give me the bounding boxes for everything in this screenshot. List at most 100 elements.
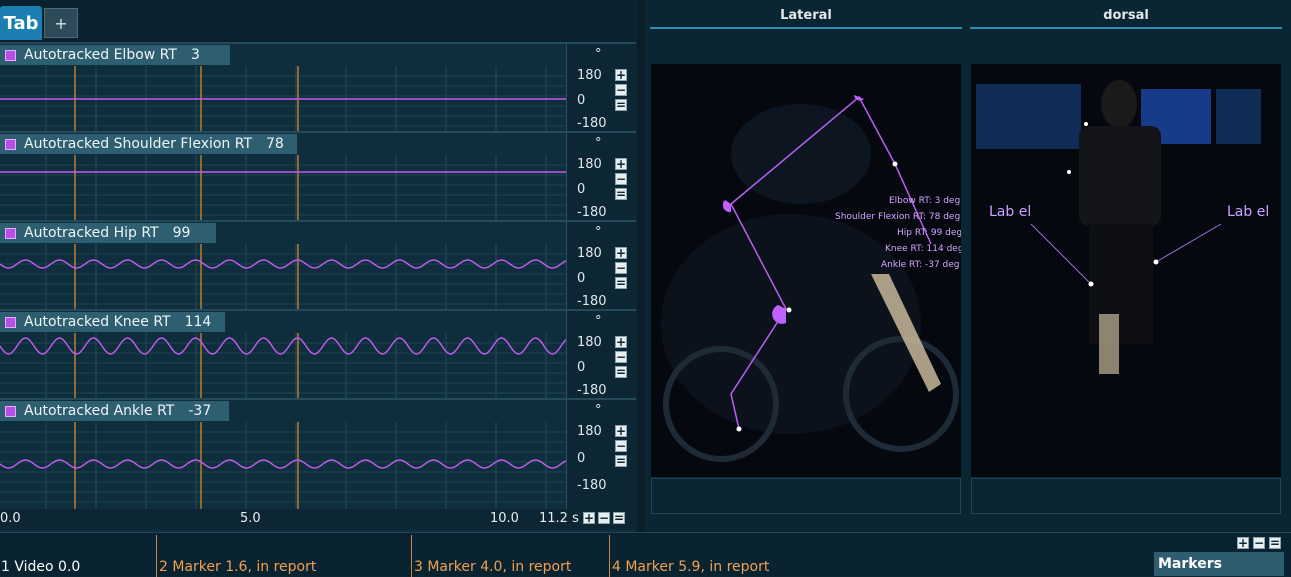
reset-scale-button[interactable]: = [615,455,627,467]
angle-annotation: Elbow RT: 3 deg [889,196,961,206]
graph-plot-ankle[interactable] [0,422,566,510]
time-zoom-out-button[interactable]: − [598,512,610,524]
graph-row-elbow: Autotracked Elbow RT 3 ° 180 0 -180 + − … [0,42,636,131]
video-controls-dorsal [971,478,1281,514]
time-tick: 0.0 [0,511,21,526]
marker-timeline: 1 Video 0.0 2 Marker 1.6, in report 3 Ma… [0,532,1291,577]
scale-max: 180 [577,424,602,439]
zoom-in-button[interactable]: + [615,158,627,170]
scale-min: -180 [577,383,607,398]
scale-min: -180 [577,294,607,309]
graph-scale: ° 180 0 -180 + − = [566,400,636,510]
view-title-lateral: Lateral [780,8,832,23]
series-color-swatch [5,316,16,328]
marker-item[interactable]: 3 Marker 4.0, in report [414,559,571,575]
graph-header[interactable]: Autotracked Elbow RT 3 [0,45,230,65]
video-lateral[interactable]: Elbow RT: 3 deg Shoulder Flexion RT: 78 … [651,64,961,477]
graph-panel: Autotracked Elbow RT 3 ° 180 0 -180 + − … [0,42,636,532]
graph-value: 114 [184,314,212,330]
angle-annotation: Shoulder Flexion RT: 78 deg [835,212,961,222]
unit-label: ° [595,136,602,151]
tab-bar: Tab + [0,0,636,42]
reset-scale-button[interactable]: = [615,99,627,111]
graph-row-ankle: Autotracked Ankle RT -37 ° 180 0 -180 + … [0,398,636,510]
video-dorsal[interactable]: Lab el Lab el [971,64,1281,477]
video-panel: Lateral dorsal Elbow RT: 3 deg Shoulder … [645,0,1291,532]
markers-panel-tab[interactable]: Markers [1154,552,1284,576]
angle-annotation: Hip RT: 99 deg [897,228,961,238]
graph-plot-elbow[interactable] [0,66,566,131]
marker-zoom-in-button[interactable]: + [1237,537,1249,549]
scale-min: -180 [577,478,607,493]
graph-value: -37 [188,403,212,419]
scale-mid: 0 [577,182,586,197]
graph-value: 99 [172,225,191,241]
graph-title: Autotracked Hip RT [24,225,159,241]
zoom-out-button[interactable]: − [615,173,627,185]
dorsal-scene [971,64,1281,477]
marker-tick [609,535,610,577]
marker-reset-button[interactable]: = [1269,537,1281,549]
graph-title: Autotracked Elbow RT [24,47,177,63]
scale-max: 180 [577,246,602,261]
view-divider [970,27,1282,29]
time-axis: 0.0 5.0 10.0 11.2 s + − = [0,509,636,529]
time-end: 11.2 s [539,511,579,526]
scale-max: 180 [577,68,602,83]
time-zoom-in-button[interactable]: + [583,512,595,524]
scale-mid: 0 [577,271,586,286]
scale-min: -180 [577,116,607,131]
angle-annotation: Ankle RT: -37 deg [881,260,960,270]
view-title-dorsal: dorsal [1103,8,1149,23]
graph-header[interactable]: Autotracked Knee RT 114 [0,312,225,332]
point-label-right: Lab el [1227,204,1270,220]
graph-title: Autotracked Knee RT [24,314,171,330]
zoom-out-button[interactable]: − [615,440,627,452]
zoom-out-button[interactable]: − [615,262,627,274]
graph-plot-knee[interactable] [0,333,566,398]
tab-main[interactable]: Tab [0,6,42,40]
reset-scale-button[interactable]: = [615,277,627,289]
unit-label: ° [595,314,602,329]
zoom-in-button[interactable]: + [615,425,627,437]
series-color-swatch [5,49,16,61]
marker-item[interactable]: 4 Marker 5.9, in report [612,559,769,575]
zoom-in-button[interactable]: + [615,247,627,259]
graph-header[interactable]: Autotracked Ankle RT -37 [0,401,229,421]
graph-scale: ° 180 0 -180 + − = [566,311,636,398]
scale-min: -180 [577,205,607,220]
unit-label: ° [595,47,602,62]
graph-scale: ° 180 0 -180 + − = [566,222,636,309]
series-color-swatch [5,227,16,239]
graph-row-shoulder: Autotracked Shoulder Flexion RT 78 ° 180… [0,131,636,220]
zoom-in-button[interactable]: + [615,336,627,348]
graph-header[interactable]: Autotracked Hip RT 99 [0,223,216,243]
zoom-out-button[interactable]: − [615,351,627,363]
marker-item[interactable]: 2 Marker 1.6, in report [159,559,316,575]
lateral-scene [651,64,961,477]
time-tick: 10.0 [490,511,519,526]
graph-header[interactable]: Autotracked Shoulder Flexion RT 78 [0,134,297,154]
graph-plot-hip[interactable] [0,244,566,309]
reset-scale-button[interactable]: = [615,366,627,378]
marker-tick [411,535,412,577]
series-color-swatch [5,138,16,150]
unit-label: ° [595,403,602,418]
graph-title: Autotracked Ankle RT [24,403,175,419]
zoom-out-button[interactable]: − [615,84,627,96]
point-label-left: Lab el [989,204,1032,220]
unit-label: ° [595,225,602,240]
add-tab-button[interactable]: + [44,8,78,38]
time-reset-button[interactable]: = [613,512,625,524]
series-color-swatch [5,405,16,417]
reset-scale-button[interactable]: = [615,188,627,200]
marker-zoom-out-button[interactable]: − [1253,537,1265,549]
panel-splitter[interactable] [637,0,645,532]
marker-item[interactable]: 1 Video 0.0 [1,559,80,575]
zoom-in-button[interactable]: + [615,69,627,81]
marker-tick [156,535,157,577]
graph-title: Autotracked Shoulder Flexion RT [24,136,253,152]
graph-row-knee: Autotracked Knee RT 114 ° 180 0 -180 + −… [0,309,636,398]
graph-plot-shoulder[interactable] [0,155,566,220]
view-divider [650,27,962,29]
